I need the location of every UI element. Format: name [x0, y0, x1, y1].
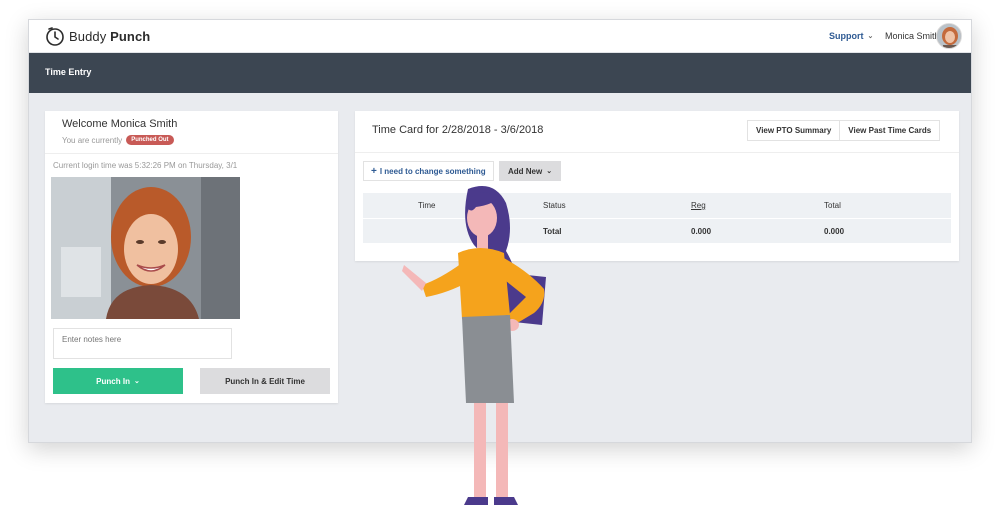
column-header-total[interactable]: Total [824, 201, 841, 210]
nav-bar: Time Entry [29, 53, 971, 93]
app-logo[interactable]: Buddy Punch [45, 26, 150, 46]
status-badge: Punched Out [126, 135, 174, 145]
brand-name: Buddy Punch [69, 29, 150, 44]
webcam-portrait-image [51, 177, 240, 319]
punch-panel: Welcome Monica Smith You are currently P… [45, 111, 338, 403]
total-total-value: 0.000 [824, 227, 845, 236]
chevron-down-icon: ⌄ [867, 33, 874, 40]
time-card-actions: View PTO Summary View Past Time Cards [747, 120, 941, 141]
time-card-title: Time Card for 2/28/2018 - 3/6/2018 [372, 124, 544, 136]
change-something-button[interactable]: + I need to change something [363, 161, 494, 181]
punch-in-button[interactable]: Punch In ⌄ [53, 368, 183, 394]
add-new-dropdown[interactable]: Add New ⌄ [499, 161, 562, 181]
chevron-down-icon: ⌄ [133, 378, 140, 385]
webcam-photo [51, 177, 240, 319]
view-past-time-cards-button[interactable]: View Past Time Cards [840, 120, 941, 141]
top-bar: Buddy Punch Support ⌄ Monica Smith [29, 20, 971, 53]
brand-bold-text: Punch [110, 28, 151, 44]
plus-icon: + [371, 165, 377, 177]
total-reg-value: 0.000 [691, 227, 712, 236]
login-time-text: Current login time was 5:32:26 PM on Thu… [53, 161, 238, 170]
status-line: You are currently Punched Out [62, 135, 174, 145]
column-header-reg[interactable]: Reg [691, 201, 706, 210]
add-new-label: Add New [508, 166, 543, 176]
change-label: I need to change something [379, 166, 486, 176]
view-pto-summary-button[interactable]: View PTO Summary [747, 120, 841, 141]
support-menu[interactable]: Support ⌄ [829, 31, 873, 41]
support-label: Support [829, 31, 864, 41]
tab-time-entry[interactable]: Time Entry [45, 67, 91, 77]
user-name[interactable]: Monica Smith [885, 31, 940, 41]
welcome-heading: Welcome Monica Smith [62, 118, 178, 130]
chevron-down-icon: ⌄ [546, 168, 553, 175]
notes-input[interactable] [53, 328, 232, 359]
divider [45, 153, 338, 154]
clock-logo-icon [46, 27, 64, 46]
divider [355, 152, 959, 153]
active-tab-indicator [57, 60, 73, 67]
avatar-portrait-icon [937, 24, 961, 48]
brand-light-text: Buddy [69, 28, 107, 44]
punch-in-label: Punch In [96, 376, 130, 386]
status-label: You are currently [62, 135, 123, 145]
punch-in-edit-time-button[interactable]: Punch In & Edit Time [200, 368, 330, 394]
pointing-woman-illustration [402, 186, 546, 505]
avatar[interactable] [936, 23, 962, 49]
